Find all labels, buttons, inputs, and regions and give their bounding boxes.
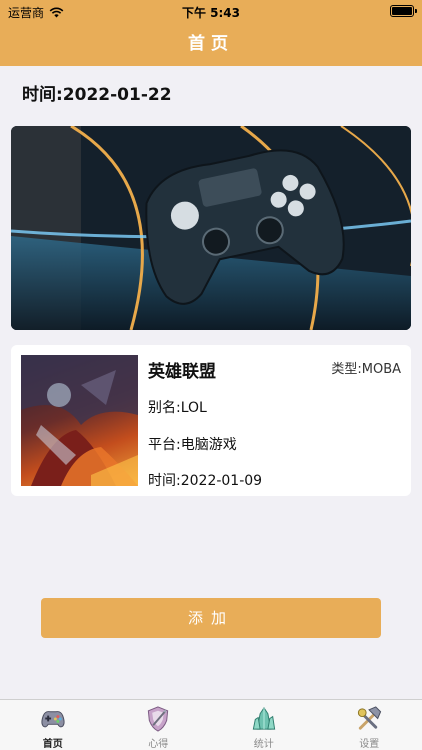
game-type: 类型:MOBA [331, 362, 401, 377]
tab-home[interactable]: 首页 [0, 700, 106, 750]
game-card[interactable]: 英雄联盟 类型:MOBA 别名:LOL 平台:电脑游戏 时间:2022-01-0… [11, 345, 411, 496]
add-button[interactable]: 添加 [41, 598, 381, 638]
battery-icon [390, 5, 417, 17]
tab-settings[interactable]: 设置 [317, 700, 422, 750]
tab-label-notes: 心得 [148, 739, 169, 750]
gamepad-banner-art [11, 126, 411, 330]
tools-icon [358, 706, 382, 730]
banner-image [11, 126, 411, 330]
tab-notes[interactable]: 心得 [106, 700, 212, 750]
status-time: 下午 5:43 [181, 6, 241, 20]
game-platform: 平台:电脑游戏 [148, 437, 237, 453]
current-date: 时间:2022-01-22 [22, 85, 172, 105]
game-alias: 别名:LOL [148, 400, 207, 416]
tab-label-settings: 设置 [359, 739, 380, 750]
shield-sword-icon [148, 706, 169, 732]
game-name: 英雄联盟 [148, 362, 216, 382]
tab-stats[interactable]: 统计 [211, 700, 317, 750]
game-cover-image [21, 355, 138, 486]
tab-label-stats: 统计 [253, 739, 274, 750]
gamepad-icon [41, 711, 65, 728]
page-title: 首页 [0, 22, 422, 66]
tab-bar: 首页 心得 统计 设置 [0, 699, 422, 750]
crystal-icon [252, 706, 275, 730]
game-date: 时间:2022-01-09 [148, 473, 263, 489]
status-bar: 运营商 下午 5:43 [0, 0, 422, 22]
tab-label-home: 首页 [42, 739, 63, 750]
